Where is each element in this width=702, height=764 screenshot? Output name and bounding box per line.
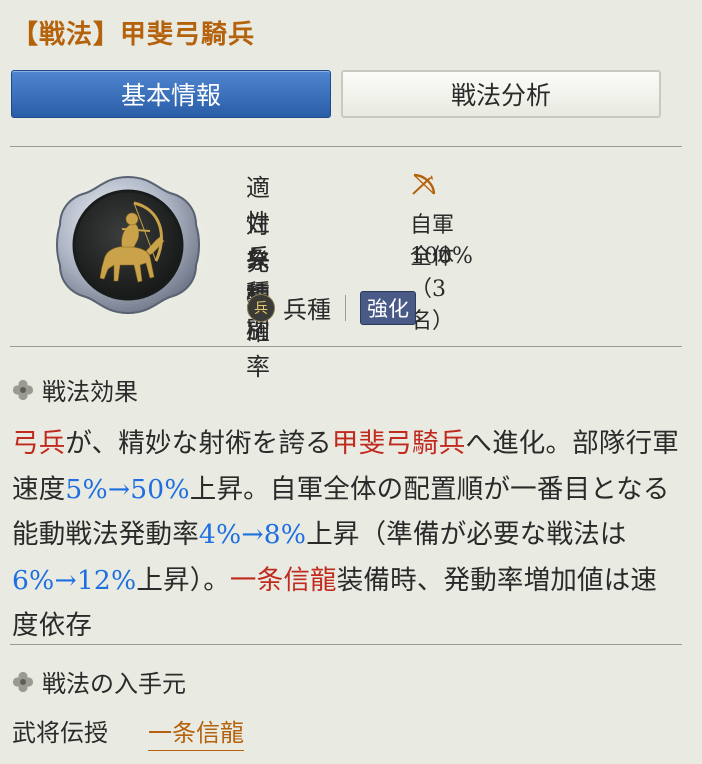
tab-bar: 基本情報 戦法分析 bbox=[11, 70, 662, 120]
tab-basic-info[interactable]: 基本情報 bbox=[11, 70, 331, 118]
source-heading: 戦法の入手元 bbox=[12, 664, 186, 699]
clover-icon bbox=[12, 671, 34, 692]
divider bbox=[10, 644, 682, 645]
effect-segment: 一条信龍 bbox=[229, 564, 337, 596]
effect-segment: 上昇）。 bbox=[136, 564, 230, 596]
troop-badge-icon: 兵 bbox=[247, 293, 275, 322]
effect-segment: が、精妙な射術を誇る bbox=[65, 428, 332, 459]
info-value: 100% bbox=[410, 244, 473, 269]
section-title: 戦法効果 bbox=[42, 378, 138, 406]
tab-tactic-analysis[interactable]: 戦法分析 bbox=[341, 70, 661, 118]
effect-segment: 上昇（準備が必要な戦法は bbox=[306, 519, 627, 550]
info-value: 自軍全体（3名） bbox=[410, 213, 455, 334]
clover-icon bbox=[12, 379, 34, 400]
troop-tag-label: 兵種 bbox=[283, 296, 331, 324]
effect-segment: 甲斐弓騎兵 bbox=[331, 428, 466, 459]
effect-heading: 戦法効果 bbox=[12, 372, 138, 407]
source-general-link[interactable]: 一条信龍 bbox=[148, 713, 244, 751]
effect-segment: 弓兵 bbox=[12, 428, 66, 459]
effect-segment: 6%→12% bbox=[12, 564, 137, 596]
effect-description: 弓兵が、精妙な射術を誇る甲斐弓騎兵へ進化。部隊行軍速度5%→50%上昇。自軍全体… bbox=[12, 421, 682, 649]
enhance-badge: 強化 bbox=[360, 290, 416, 325]
bow-troop-icon bbox=[410, 172, 438, 204]
effect-segment: 5%→50% bbox=[65, 473, 190, 505]
tactic-title: 【戦法】甲斐弓騎兵 bbox=[12, 20, 256, 50]
tag-separator bbox=[345, 294, 346, 321]
effect-segment: 4%→8% bbox=[198, 519, 307, 550]
divider bbox=[10, 146, 682, 147]
section-title: 戦法の入手元 bbox=[42, 670, 186, 698]
source-label: 武将伝授 bbox=[12, 719, 108, 747]
tactic-emblem bbox=[38, 165, 218, 325]
divider bbox=[10, 346, 682, 347]
tactic-tags: 兵 兵種 強化 bbox=[247, 290, 416, 325]
